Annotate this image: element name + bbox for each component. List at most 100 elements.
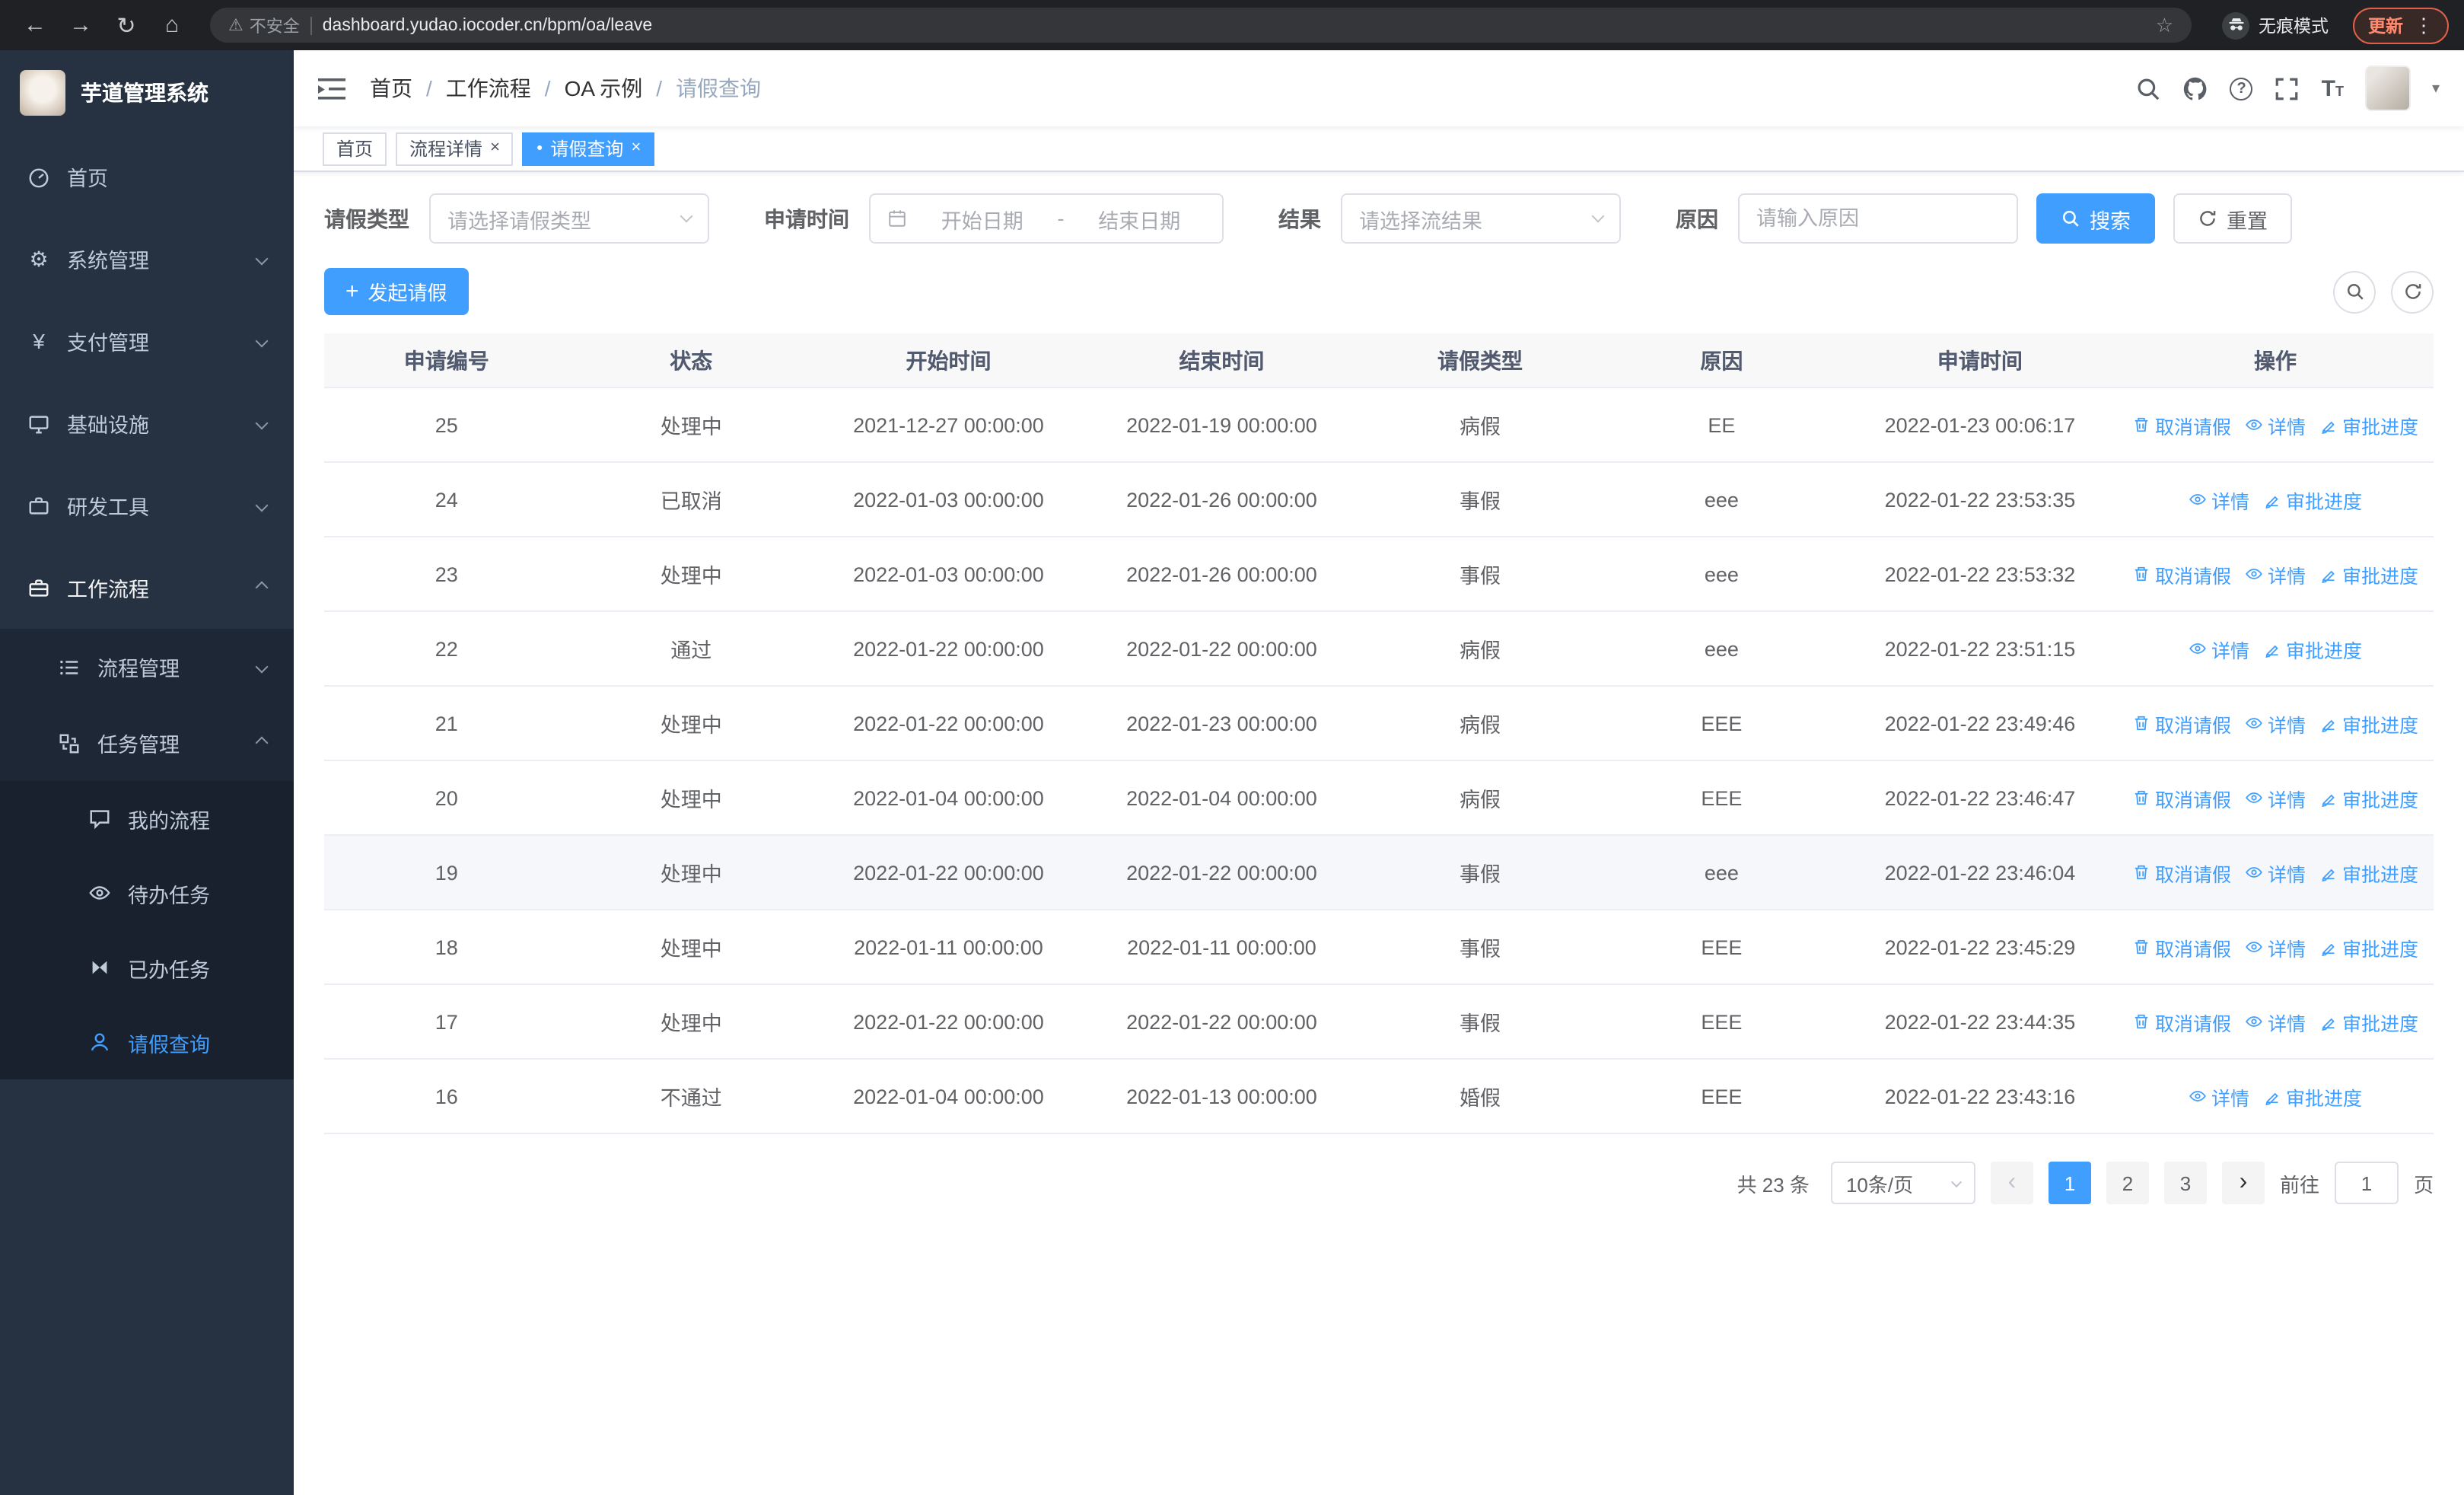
sidebar-item-workflow[interactable]: 工作流程 (0, 547, 294, 629)
sidebar-item-task-management[interactable]: 任务管理 (0, 705, 294, 781)
browser-forward-icon[interactable]: → (61, 5, 100, 45)
table-row[interactable]: 21 处理中 2022-01-22 00:00:00 2022-01-23 00… (324, 687, 2434, 761)
sidebar-item-devtools[interactable]: 研发工具 (0, 464, 294, 547)
detail-link[interactable]: 详情 (2245, 858, 2306, 887)
detail-link[interactable]: 详情 (2245, 783, 2306, 812)
browser-home-icon[interactable]: ⌂ (152, 5, 192, 45)
cancel-leave-link[interactable]: 取消请假 (2132, 1007, 2231, 1036)
cancel-leave-link[interactable]: 取消请假 (2132, 783, 2231, 812)
close-icon[interactable]: × (490, 139, 500, 157)
sidebar-item-payment[interactable]: ¥ 支付管理 (0, 300, 294, 382)
approval-progress-link[interactable]: 审批进度 (2319, 410, 2418, 439)
approval-progress-link[interactable]: 审批进度 (2263, 634, 2362, 663)
page-button-2[interactable]: 2 (2106, 1162, 2149, 1204)
breadcrumb-workflow[interactable]: 工作流程 (446, 73, 531, 104)
sidebar-item-system[interactable]: ⚙ 系统管理 (0, 218, 294, 300)
approval-progress-link[interactable]: 审批进度 (2319, 858, 2418, 887)
cancel-leave-link[interactable]: 取消请假 (2132, 410, 2231, 439)
leave-type-select[interactable]: 请选择请假类型 (429, 193, 709, 244)
sidebar-item-leave-query[interactable]: 请假查询 (0, 1005, 294, 1079)
detail-link[interactable]: 详情 (2189, 634, 2249, 663)
detail-link[interactable]: 详情 (2245, 410, 2306, 439)
result-select[interactable]: 请选择流结果 (1341, 193, 1621, 244)
page-button-1[interactable]: 1 (2048, 1162, 2091, 1204)
detail-link[interactable]: 详情 (2245, 1007, 2306, 1036)
detail-link[interactable]: 详情 (2189, 485, 2249, 514)
table-row[interactable]: 16 不通过 2022-01-04 00:00:00 2022-01-13 00… (324, 1060, 2434, 1134)
browser-menu-icon[interactable]: ⋮ (2414, 13, 2434, 37)
sidebar-item-infrastructure[interactable]: 基础设施 (0, 382, 294, 464)
table-row[interactable]: 25 处理中 2021-12-27 00:00:00 2022-01-19 00… (324, 388, 2434, 463)
close-icon[interactable]: × (631, 139, 641, 157)
cancel-leave-label: 取消请假 (2154, 789, 2231, 811)
approval-progress-link[interactable]: 审批进度 (2263, 485, 2362, 514)
cancel-leave-link[interactable]: 取消请假 (2132, 932, 2231, 961)
search-icon[interactable] (2136, 75, 2162, 101)
fullscreen-icon[interactable] (2275, 75, 2300, 101)
refresh-icon (2405, 284, 2421, 299)
sidebar-item-home[interactable]: 首页 (0, 135, 294, 218)
url-text[interactable]: dashboard.yudao.iocoder.cn/bpm/oa/leave (323, 16, 2145, 34)
apply-time-range-picker[interactable]: 开始日期 - 结束日期 (869, 193, 1224, 244)
sidebar-item-process-management[interactable]: 流程管理 (0, 629, 294, 705)
tab-leave-query[interactable]: ● 请假查询 × (522, 132, 655, 165)
sidebar-collapse-icon[interactable] (318, 77, 345, 100)
browser-back-icon[interactable]: ← (15, 5, 55, 45)
table-row[interactable]: 22 通过 2022-01-22 00:00:00 2022-01-22 00:… (324, 612, 2434, 687)
prev-page-button[interactable]: ‹ (1990, 1162, 2033, 1204)
approval-progress-link[interactable]: 审批进度 (2319, 1007, 2418, 1036)
table-row[interactable]: 20 处理中 2022-01-04 00:00:00 2022-01-04 00… (324, 761, 2434, 836)
bookmark-star-icon[interactable]: ☆ (2156, 13, 2173, 37)
col-apply-id: 申请编号 (403, 348, 489, 372)
refresh-table-button[interactable] (2391, 270, 2434, 313)
breadcrumb-oa-example[interactable]: OA 示例 (565, 73, 643, 104)
address-bar[interactable]: ⚠ 不安全 dashboard.yudao.iocoder.cn/bpm/oa/… (210, 8, 2192, 43)
page-button-3[interactable]: 3 (2163, 1162, 2207, 1204)
approval-progress-link[interactable]: 审批进度 (2263, 1082, 2362, 1111)
user-avatar[interactable] (2364, 65, 2411, 111)
detail-link[interactable]: 详情 (2245, 932, 2306, 961)
cell-operations: 详情 审批进度 (2117, 1082, 2434, 1111)
incognito-icon (2222, 11, 2249, 39)
search-button[interactable]: 搜索 (2036, 193, 2155, 244)
approval-progress-link[interactable]: 审批进度 (2319, 783, 2418, 812)
cancel-leave-link[interactable]: 取消请假 (2132, 709, 2231, 738)
avatar-caret-icon[interactable]: ▾ (2432, 80, 2440, 97)
table-row[interactable]: 19 处理中 2022-01-22 00:00:00 2022-01-22 00… (324, 836, 2434, 910)
sidebar-item-done-tasks[interactable]: 已办任务 (0, 930, 294, 1005)
security-warning[interactable]: ⚠ 不安全 (228, 13, 300, 37)
list-icon (60, 659, 78, 674)
start-date-placeholder[interactable]: 开始日期 (916, 203, 1049, 234)
table-row[interactable]: 18 处理中 2022-01-11 00:00:00 2022-01-11 00… (324, 910, 2434, 985)
reset-button[interactable]: 重置 (2173, 193, 2292, 244)
page-size-select[interactable]: 10条/页 (1830, 1162, 1975, 1204)
end-date-placeholder[interactable]: 结束日期 (1074, 203, 1206, 234)
table-row[interactable]: 23 处理中 2022-01-03 00:00:00 2022-01-26 00… (324, 537, 2434, 612)
approval-progress-link[interactable]: 审批进度 (2319, 559, 2418, 588)
browser-reload-icon[interactable]: ↻ (107, 5, 146, 45)
table-row[interactable]: 17 处理中 2022-01-22 00:00:00 2022-01-22 00… (324, 985, 2434, 1060)
approval-progress-link[interactable]: 审批进度 (2319, 709, 2418, 738)
goto-page-input[interactable] (2334, 1162, 2399, 1204)
cell-start-time: 2022-01-04 00:00:00 (853, 786, 1044, 809)
detail-link[interactable]: 详情 (2245, 709, 2306, 738)
font-size-icon[interactable]: TT (2322, 77, 2344, 100)
detail-link[interactable]: 详情 (2189, 1082, 2249, 1111)
cancel-leave-link[interactable]: 取消请假 (2132, 858, 2231, 887)
tab-process-detail[interactable]: 流程详情 × (396, 132, 514, 165)
cancel-leave-link[interactable]: 取消请假 (2132, 559, 2231, 588)
sidebar-item-my-process[interactable]: 我的流程 (0, 781, 294, 856)
tab-home[interactable]: 首页 (323, 132, 387, 165)
detail-link[interactable]: 详情 (2245, 559, 2306, 588)
reason-input[interactable] (1738, 193, 2018, 244)
help-icon[interactable]: ? (2230, 77, 2253, 100)
github-icon[interactable] (2183, 75, 2209, 101)
create-leave-button[interactable]: + 发起请假 (324, 268, 469, 315)
toggle-search-button[interactable] (2333, 270, 2376, 313)
table-row[interactable]: 24 已取消 2022-01-03 00:00:00 2022-01-26 00… (324, 463, 2434, 537)
breadcrumb-home[interactable]: 首页 (370, 73, 412, 104)
browser-update-button[interactable]: 更新 ⋮ (2353, 7, 2449, 43)
sidebar-item-todo-tasks[interactable]: 待办任务 (0, 856, 294, 930)
next-page-button[interactable]: › (2221, 1162, 2265, 1204)
approval-progress-link[interactable]: 审批进度 (2319, 932, 2418, 961)
